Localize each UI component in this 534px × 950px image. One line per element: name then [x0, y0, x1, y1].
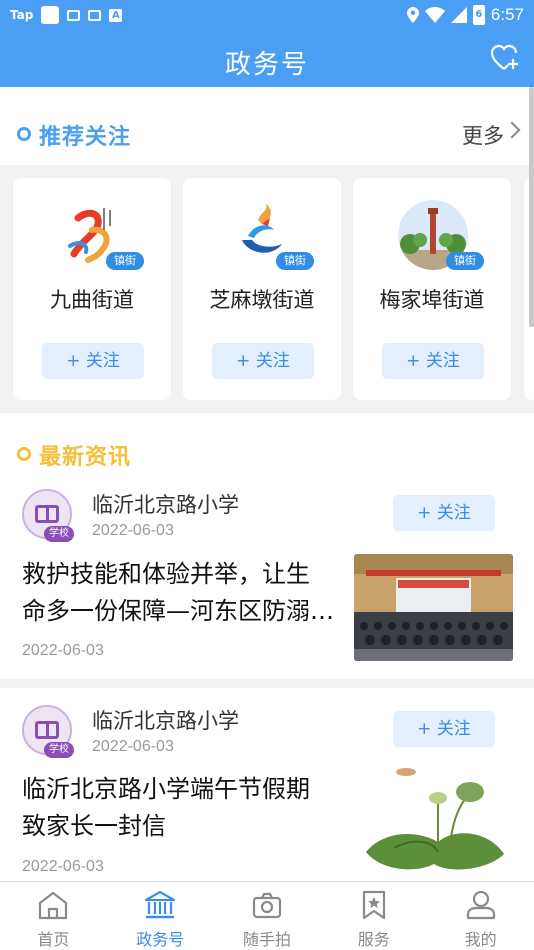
news-item[interactable]: 学校 临沂北京路小学 2022-06-03 + 关注 临沂北京路小学端午节假期 … [0, 688, 534, 883]
section-dot-icon [17, 127, 31, 141]
more-link[interactable]: 更多 [462, 120, 504, 150]
government-building-icon [145, 890, 176, 919]
tab-government[interactable]: 政务号 [107, 882, 214, 950]
tab-label: 首页 [37, 930, 70, 949]
add-favorite-heart-icon[interactable] [490, 44, 520, 72]
news-date: 2022-06-03 [22, 642, 104, 659]
book-icon [35, 721, 59, 739]
tab-label: 政务号 [136, 930, 185, 949]
rec-name: 梅家埠街道 [379, 288, 485, 312]
recommend-section: 推荐关注 更多 镇街 九曲街道 + 关注 镇街 芝麻墩街道 + 关注 镇街 梅家… [0, 87, 534, 413]
page-title: 政务号 [224, 50, 309, 80]
news-headline-line[interactable]: 致家长一封信 [22, 808, 347, 845]
status-time: 6:57 [490, 5, 524, 24]
tab-label: 我的 [464, 930, 497, 949]
status-bar: Tap A 6 6:57 [0, 0, 534, 30]
battery-icon: 6 [472, 5, 485, 25]
news-headline-line[interactable]: 临沂北京路小学端午节假期 [22, 771, 347, 808]
book-icon [35, 505, 59, 523]
follow-button[interactable]: + 关注 [393, 711, 495, 747]
section-dot-icon [17, 447, 31, 461]
news-source-date: 2022-06-03 [92, 522, 174, 539]
camera-icon [252, 892, 282, 919]
recommend-card[interactable]: 镇街 芝麻墩街道 + 关注 [183, 178, 341, 400]
news-date: 2022-06-03 [22, 858, 104, 875]
tab-label: 随手拍 [242, 930, 291, 949]
bookmark-star-icon [362, 890, 385, 920]
rec-badge: 镇街 [446, 252, 484, 270]
rec-name: 芝麻墩街道 [209, 288, 315, 312]
rec-name: 九曲街道 [50, 288, 134, 312]
tab-snapshot[interactable]: 随手拍 [214, 882, 321, 950]
recommend-card[interactable]: 镇街 梅家埠街道 + 关注 [353, 178, 511, 400]
tab-home[interactable]: 首页 [0, 882, 107, 950]
news-title: 最新资讯 [39, 445, 132, 470]
news-thumbnail[interactable] [354, 768, 513, 878]
tab-label: 服务 [357, 930, 390, 949]
follow-button[interactable]: + 关注 [382, 343, 484, 379]
tab-services[interactable]: 服务 [320, 882, 427, 950]
mail-icon [67, 9, 81, 21]
signal-icon [450, 7, 467, 23]
news-source[interactable]: 临沂北京路小学 [92, 489, 239, 519]
home-icon [39, 891, 68, 920]
recommend-header: 推荐关注 更多 [0, 87, 534, 165]
bottom-tab-bar: 首页 政务号 随手拍 服务 我的 [0, 881, 534, 950]
news-divider [0, 679, 534, 688]
location-icon [406, 7, 419, 23]
tab-mine[interactable]: 我的 [427, 882, 534, 950]
scrollbar[interactable] [529, 87, 534, 327]
avatar-badge: 学校 [44, 742, 74, 758]
recommend-title: 推荐关注 [39, 125, 132, 150]
news-item[interactable]: 学校 临沂北京路小学 2022-06-03 + 关注 救护技能和体验并举，让生 … [0, 479, 534, 679]
notification-app-icon [41, 6, 60, 24]
wifi-icon [424, 7, 445, 23]
news-section: 最新资讯 学校 临沂北京路小学 2022-06-03 + 关注 救护技能和体验并… [0, 413, 534, 883]
status-app-tag: Tap [10, 8, 34, 22]
news-source[interactable]: 临沂北京路小学 [92, 705, 239, 735]
recommend-carousel[interactable]: 镇街 九曲街道 + 关注 镇街 芝麻墩街道 + 关注 镇街 梅家埠街道 + 关注 [0, 165, 534, 413]
news-source-date: 2022-06-03 [92, 738, 174, 755]
avatar-badge: 学校 [44, 526, 74, 542]
rec-badge: 镇街 [106, 252, 144, 270]
recommend-card[interactable]: 镇街 九曲街道 + 关注 [13, 178, 171, 400]
follow-button[interactable]: + 关注 [393, 495, 495, 531]
font-a-icon: A [109, 8, 123, 22]
mail-icon [88, 9, 102, 21]
news-headline-line[interactable]: 救护技能和体验并举，让生 [22, 556, 347, 593]
chevron-right-icon[interactable] [503, 121, 521, 139]
news-headline-line[interactable]: 命多一份保障—河东区防溺… [22, 593, 347, 630]
follow-button[interactable]: + 关注 [212, 343, 314, 379]
top-app-bar: 政务号 [0, 30, 534, 87]
news-thumbnail[interactable] [354, 554, 513, 661]
rec-badge: 镇街 [276, 252, 314, 270]
user-icon [466, 890, 495, 920]
follow-button[interactable]: + 关注 [42, 343, 144, 379]
